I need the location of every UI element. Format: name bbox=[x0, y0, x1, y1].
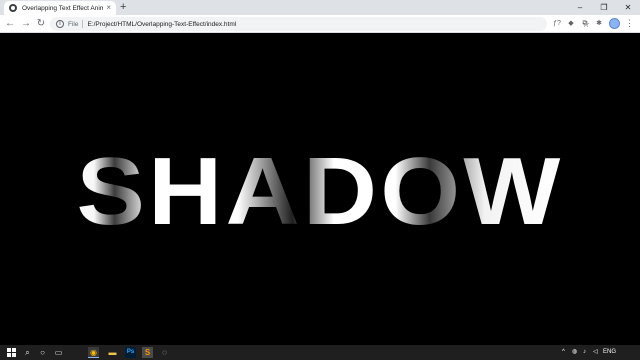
close-window-button[interactable]: ✕ bbox=[616, 0, 640, 15]
info-icon[interactable]: i bbox=[56, 20, 64, 28]
chrome-icon[interactable]: ◉ bbox=[88, 347, 99, 358]
tray-chevron-icon[interactable]: ^ bbox=[562, 347, 565, 358]
start-button[interactable] bbox=[6, 347, 17, 358]
forward-button[interactable]: → bbox=[20, 18, 32, 30]
network-globe-icon[interactable]: ◍ bbox=[572, 347, 577, 358]
address-bar[interactable]: i File E:/Project/HTML/Overlapping-Text-… bbox=[50, 17, 590, 31]
settings-icon[interactable]: ◌ bbox=[159, 347, 170, 358]
reload-button[interactable]: ↻ bbox=[35, 18, 47, 30]
maximize-button[interactable]: ❐ bbox=[592, 0, 616, 15]
photoshop-icon[interactable]: Ps bbox=[125, 347, 136, 358]
sublime-text-icon[interactable]: S bbox=[142, 347, 153, 358]
font-extension-icon[interactable]: ƒ? bbox=[552, 19, 562, 29]
globe-icon bbox=[9, 4, 17, 12]
microphone-icon[interactable]: ♪ bbox=[583, 347, 586, 358]
cortana-icon[interactable]: ○ bbox=[37, 347, 48, 358]
tab-title: Overlapping Text Effect Animation bbox=[22, 4, 104, 12]
shield-extension-icon[interactable]: ◆ bbox=[566, 19, 576, 29]
speaker-icon[interactable]: ◁ bbox=[593, 347, 598, 358]
file-explorer-icon[interactable]: ▬ bbox=[107, 347, 118, 358]
windows-logo-icon bbox=[7, 348, 16, 357]
page-viewport: SHADOW bbox=[0, 34, 640, 345]
url-text[interactable]: E:/Project/HTML/Overlapping-Text-Effect/… bbox=[87, 21, 236, 28]
language-indicator[interactable]: ENG bbox=[603, 347, 616, 358]
new-tab-button[interactable]: + bbox=[120, 1, 126, 14]
minimize-button[interactable]: – bbox=[568, 0, 592, 15]
divider bbox=[82, 20, 84, 28]
shadow-headline: SHADOW bbox=[0, 144, 640, 240]
search-icon[interactable]: ⌕ bbox=[22, 347, 33, 358]
puzzle-extensions-icon[interactable]: ✱ bbox=[594, 19, 604, 29]
chrome-menu-icon[interactable]: ⋮ bbox=[625, 18, 634, 29]
browser-tab[interactable]: Overlapping Text Effect Animation × bbox=[4, 1, 116, 15]
browser-toolbar: ← → ↻ i File E:/Project/HTML/Overlapping… bbox=[0, 15, 640, 33]
close-tab-icon[interactable]: × bbox=[106, 4, 111, 12]
tab-strip: Overlapping Text Effect Animation × + – … bbox=[0, 0, 640, 15]
task-view-icon[interactable]: ▭ bbox=[53, 347, 64, 358]
profile-avatar[interactable] bbox=[609, 18, 620, 29]
url-scheme: File bbox=[68, 20, 79, 28]
capture-extension-icon[interactable]: ⧉ bbox=[580, 19, 590, 29]
back-button[interactable]: ← bbox=[4, 18, 16, 30]
windows-taskbar: ⌕ ○ ▭ ◉ ▬ Ps S ◌ ^ ◍ ♪ ◁ ENG bbox=[0, 345, 640, 360]
